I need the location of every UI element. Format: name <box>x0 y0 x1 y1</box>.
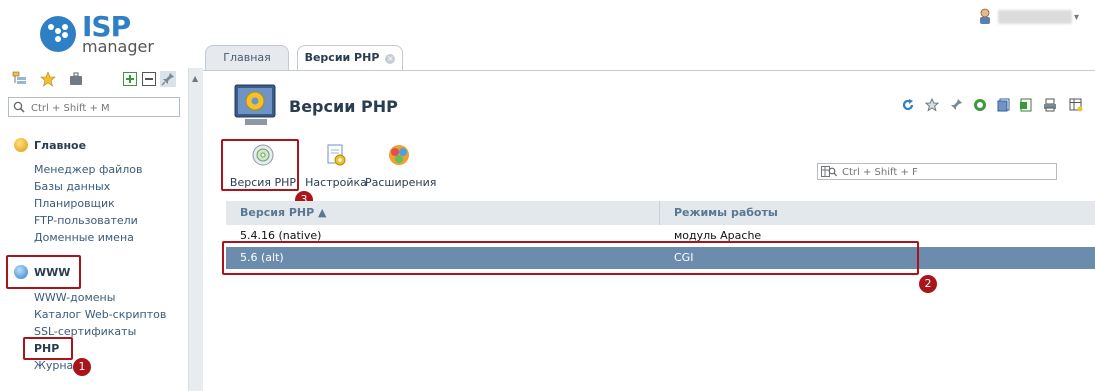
page-toolbar-right <box>901 98 1091 116</box>
section-main-label: Главное <box>34 139 87 152</box>
tab-bar: Главная Версии PHP × <box>203 40 1095 70</box>
section-main[interactable]: Главное <box>14 138 86 152</box>
highlight-www <box>6 255 81 289</box>
column-divider[interactable] <box>659 201 660 225</box>
tab-php-versions[interactable]: Версии PHP × <box>297 45 403 70</box>
highlight-selected-row <box>222 241 919 275</box>
highlight-php-version-button <box>221 139 299 191</box>
user-name-redacted <box>998 10 1072 24</box>
pin-tab-icon[interactable] <box>949 98 963 112</box>
sidebar: Главное Менеджер файлов Базы данных План… <box>0 68 189 391</box>
page-title: Версии PHP <box>289 97 398 116</box>
search-icon <box>13 101 25 113</box>
copy-icon[interactable] <box>997 98 1011 112</box>
sidebar-search-field[interactable] <box>8 97 181 117</box>
table-filter-input[interactable] <box>840 165 1054 180</box>
user-menu[interactable]: ▾ <box>978 6 1088 26</box>
pin-icon[interactable] <box>160 71 176 87</box>
table-filter-field[interactable] <box>817 163 1057 180</box>
settings-button[interactable]: Настройка <box>305 143 367 191</box>
main-content: Версии PHP Версия PHP Настройка Расширен… <box>203 71 1095 391</box>
tab-home[interactable]: Главная <box>205 45 289 70</box>
settings-icon <box>327 144 346 166</box>
column-header-php-version[interactable]: Версия PHP ▲ <box>240 201 326 225</box>
print-icon[interactable] <box>1043 98 1057 112</box>
star-outline-icon[interactable] <box>925 98 939 112</box>
tab-home-label: Главная <box>223 51 271 64</box>
nav-www-domains[interactable]: WWW-домены <box>34 291 115 304</box>
filter-search-icon <box>821 166 837 177</box>
nav-scheduler[interactable]: Планировщик <box>34 197 115 210</box>
isp-manager-logo: ISP manager <box>40 12 190 60</box>
nav-domain-names[interactable]: Доменные имена <box>34 231 134 244</box>
sidebar-search-input[interactable] <box>29 99 181 117</box>
annotation-badge-2: 2 <box>919 275 937 293</box>
extensions-icon <box>389 145 409 165</box>
highlight-php <box>23 337 73 360</box>
extensions-button[interactable]: Расширения <box>365 143 437 191</box>
main-section-icon <box>14 138 28 152</box>
php-versions-page-icon <box>234 84 276 125</box>
table-header: Версия PHP ▲ Режимы работы <box>226 201 1095 225</box>
nav-web-scripts[interactable]: Каталог Web-скриптов <box>34 308 166 321</box>
extensions-label: Расширения <box>365 176 437 189</box>
help-globe-icon[interactable] <box>973 98 987 112</box>
scroll-up-icon[interactable]: ▲ <box>192 74 198 83</box>
close-icon[interactable]: × <box>385 54 396 64</box>
export-excel-icon[interactable] <box>1019 98 1033 112</box>
nav-ftp-users[interactable]: FTP-пользователи <box>34 214 138 227</box>
logo-mark-icon <box>40 16 76 52</box>
user-avatar-icon <box>980 8 990 24</box>
tree-view-icon[interactable] <box>12 71 28 87</box>
collapse-all-icon[interactable] <box>141 71 157 87</box>
settings-label: Настройка <box>305 176 367 189</box>
star-icon[interactable] <box>40 71 56 87</box>
annotation-badge-1: 1 <box>73 358 91 376</box>
tab-php-versions-label: Версии PHP <box>304 51 380 64</box>
refresh-icon[interactable] <box>901 98 915 112</box>
expand-all-icon[interactable] <box>122 71 138 87</box>
briefcase-icon[interactable] <box>68 71 84 87</box>
logo-text-manager: manager <box>82 37 154 56</box>
sidebar-splitter[interactable]: ▲ <box>189 68 203 391</box>
nav-databases[interactable]: Базы данных <box>34 180 110 193</box>
nav-file-manager[interactable]: Менеджер файлов <box>34 163 143 176</box>
chevron-down-icon[interactable]: ▾ <box>1074 12 1079 23</box>
column-header-modes[interactable]: Режимы работы <box>674 201 778 225</box>
table-settings-icon[interactable] <box>1069 98 1083 112</box>
